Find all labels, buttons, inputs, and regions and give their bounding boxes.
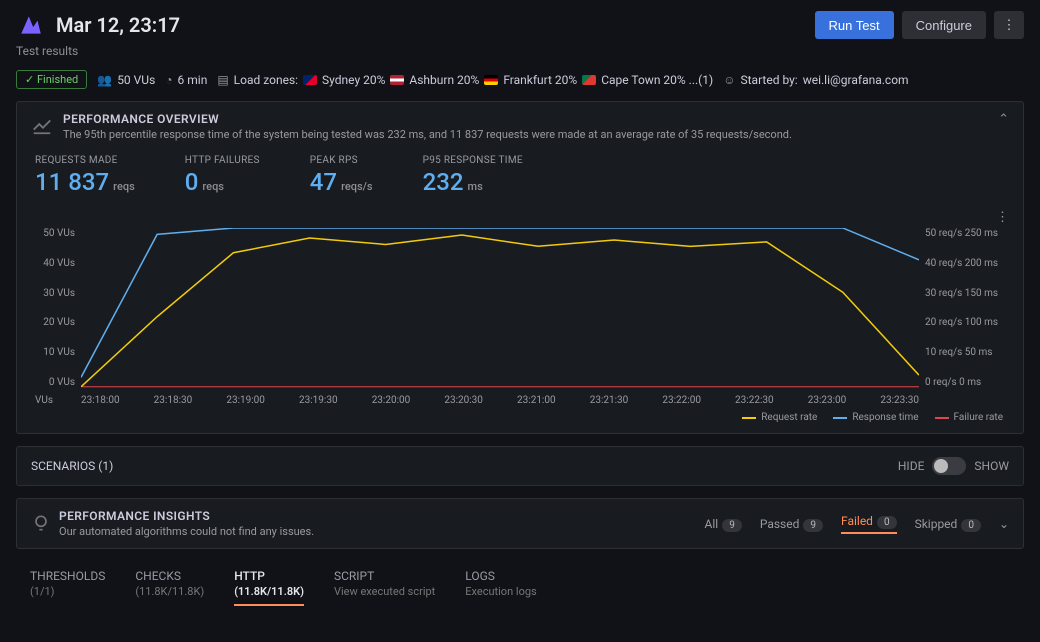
tab-script[interactable]: SCRIPTView executed script	[334, 569, 435, 606]
collapse-icon[interactable]: ⌃	[998, 112, 1009, 127]
kpi-http-failures: HTTP FAILURES 0reqs	[185, 155, 260, 196]
bulb-icon	[31, 513, 51, 537]
insights-expand-icon[interactable]: ⌄	[999, 517, 1009, 531]
scenarios-row: SCENARIOS (1) HIDE SHOW	[16, 446, 1024, 486]
started-by: ☺Started by: wei.li@grafana.com	[723, 73, 908, 87]
zones-icon: ▤	[217, 73, 228, 87]
breadcrumb: Test results	[0, 44, 1040, 70]
legend-failure-rate: Failure rate	[935, 412, 1003, 423]
flag-za-icon	[582, 75, 596, 85]
plot-area	[81, 228, 919, 388]
status-bar: ✓ Finished 👥50 VUs ◔6 min ▤ Load zones: …	[0, 70, 1040, 101]
y-axis-left: 50 VUs 40 VUs 30 VUs 20 VUs 10 VUs 0 VUs	[35, 228, 75, 388]
flag-us-icon	[390, 75, 404, 85]
legend-response-time: Response time	[833, 412, 918, 423]
tab-http[interactable]: HTTP(11.8K/11.8K)	[234, 569, 304, 606]
filter-passed[interactable]: Passed9	[760, 517, 823, 531]
clock-icon: ◔	[165, 73, 172, 87]
kpi-requests-made: REQUESTS MADE 11 837reqs	[35, 155, 135, 196]
tab-logs[interactable]: LOGSExecution logs	[465, 569, 536, 606]
duration-stat: ◔6 min	[165, 73, 207, 87]
load-zones: ▤ Load zones: Sydney 20% Ashburn 20% Fra…	[217, 73, 713, 87]
hide-label: HIDE	[898, 459, 925, 473]
result-tabs: THRESHOLDS(1/1) CHECKS(11.8K/11.8K) HTTP…	[0, 561, 1040, 606]
status-badge: ✓ Finished	[16, 70, 87, 89]
performance-overview-panel: PERFORMANCE OVERVIEW The 95th percentile…	[16, 101, 1024, 434]
insights-title: PERFORMANCE INSIGHTS	[59, 509, 314, 523]
kpi-p95: P95 RESPONSE TIME 232ms	[423, 155, 523, 196]
show-label: SHOW	[974, 459, 1009, 473]
kpi-peak-rps: PEAK RPS 47reqs/s	[310, 155, 373, 196]
chart-legend: Request rate Response time Failure rate	[31, 410, 1009, 423]
scenarios-toggle[interactable]	[932, 457, 966, 475]
legend-request-rate: Request rate	[742, 412, 817, 423]
overview-title: PERFORMANCE OVERVIEW	[63, 112, 792, 126]
user-icon: ☺	[723, 73, 735, 87]
tab-thresholds[interactable]: THRESHOLDS(1/1)	[30, 569, 105, 606]
run-test-button[interactable]: Run Test	[815, 11, 894, 39]
scenarios-title: SCENARIOS (1)	[31, 459, 113, 473]
tab-checks[interactable]: CHECKS(11.8K/11.8K)	[135, 569, 204, 606]
insights-sub: Our automated algorithms could not find …	[59, 525, 314, 538]
flag-au-icon	[303, 75, 317, 85]
status-text: Finished	[37, 73, 78, 86]
users-icon: 👥	[97, 73, 112, 87]
insights-panel: PERFORMANCE INSIGHTS Our automated algor…	[16, 498, 1024, 549]
filter-all[interactable]: All9	[705, 517, 742, 531]
chart-icon	[31, 114, 53, 140]
more-menu-button[interactable]: ⋮	[994, 11, 1024, 39]
overview-sub: The 95th percentile response time of the…	[63, 128, 792, 141]
vus-stat: 👥50 VUs	[97, 73, 155, 87]
configure-button[interactable]: Configure	[902, 11, 986, 39]
y-axis-right: 50 req/s 250 ms 40 req/s 200 ms 30 req/s…	[925, 228, 1005, 388]
filter-failed[interactable]: Failed0	[841, 514, 897, 534]
page-title: Mar 12, 23:17	[56, 13, 180, 37]
filter-skipped[interactable]: Skipped0	[915, 517, 981, 531]
chart-menu-button[interactable]: ⋮	[996, 210, 1009, 225]
k6-logo	[16, 10, 46, 40]
left-axis-title: VUs	[35, 395, 53, 406]
performance-chart: ⋮ 50 VUs 40 VUs 30 VUs 20 VUs 10 VUs 0 V…	[31, 210, 1009, 410]
flag-de-icon	[484, 75, 498, 85]
x-axis: 23:18:00 23:18:30 23:19:00 23:19:30 23:2…	[81, 395, 919, 406]
